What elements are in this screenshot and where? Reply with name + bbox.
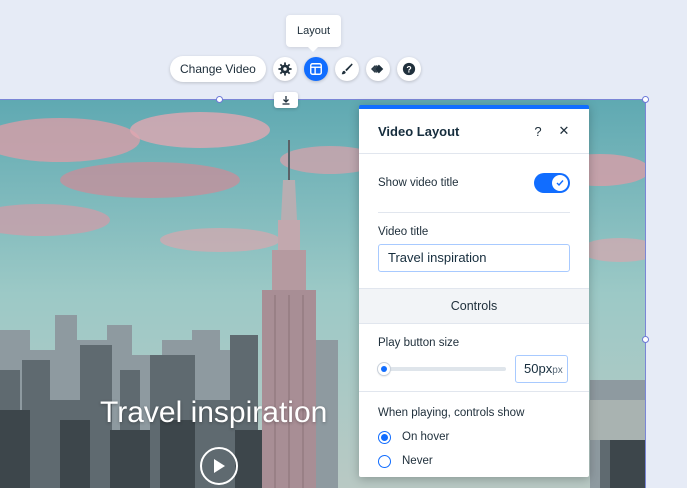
layout-tooltip: Layout: [286, 15, 341, 52]
component-toolbar: Change Video ?: [170, 56, 421, 82]
animation-icon[interactable]: [365, 57, 390, 81]
svg-text:?: ?: [406, 65, 411, 75]
show-title-row: Show video title: [359, 154, 589, 212]
resize-handle-top-right[interactable]: [642, 96, 649, 103]
video-title-input[interactable]: Travel inspiration: [378, 244, 570, 272]
controls-show-label: When playing, controls show: [378, 407, 525, 419]
radio-button[interactable]: [378, 430, 391, 444]
play-size-unit: px: [552, 365, 563, 376]
resize-handle-right[interactable]: [642, 336, 649, 343]
show-title-toggle[interactable]: [534, 173, 570, 193]
help-icon[interactable]: ?: [396, 57, 421, 81]
resize-handle-top[interactable]: [216, 96, 223, 103]
radio-never[interactable]: Never: [378, 449, 570, 473]
play-icon: [214, 459, 225, 473]
radio-label: On hover: [402, 431, 450, 443]
toggle-check-icon: [552, 175, 568, 191]
radio-on-hover[interactable]: On hover: [378, 425, 570, 449]
play-size-label: Play button size: [378, 337, 460, 349]
panel-help-icon[interactable]: ?: [532, 124, 544, 139]
radio-button[interactable]: [378, 454, 391, 468]
controls-show-block: When playing, controls show On hover Nev…: [359, 392, 589, 473]
layout-icon[interactable]: [303, 57, 328, 81]
controls-section-header: Controls: [359, 288, 589, 324]
download-icon[interactable]: [274, 92, 298, 108]
play-button[interactable]: [200, 447, 238, 485]
change-video-button[interactable]: Change Video: [170, 56, 266, 82]
play-size-value: 50px: [524, 361, 553, 376]
play-size-input[interactable]: 50pxpx: [515, 355, 568, 383]
show-title-label: Show video title: [378, 177, 459, 189]
paint-brush-icon[interactable]: [334, 57, 359, 81]
panel-header: Video Layout ? ✕: [359, 109, 589, 154]
radio-label: Never: [402, 455, 433, 467]
panel-title: Video Layout: [378, 123, 460, 139]
play-size-block: Play button size 50pxpx: [359, 324, 589, 392]
video-layout-panel: Video Layout ? ✕ Show video title Video …: [359, 105, 589, 477]
play-size-slider[interactable]: [378, 363, 506, 375]
video-title-field-block: Video title Travel inspiration: [359, 213, 589, 288]
video-title-overlay: Travel inspiration: [100, 396, 328, 429]
video-title-label: Video title: [378, 226, 429, 238]
slider-thumb[interactable]: [378, 363, 390, 375]
panel-close-icon[interactable]: ✕: [558, 123, 570, 139]
settings-gear-icon[interactable]: [272, 57, 297, 81]
